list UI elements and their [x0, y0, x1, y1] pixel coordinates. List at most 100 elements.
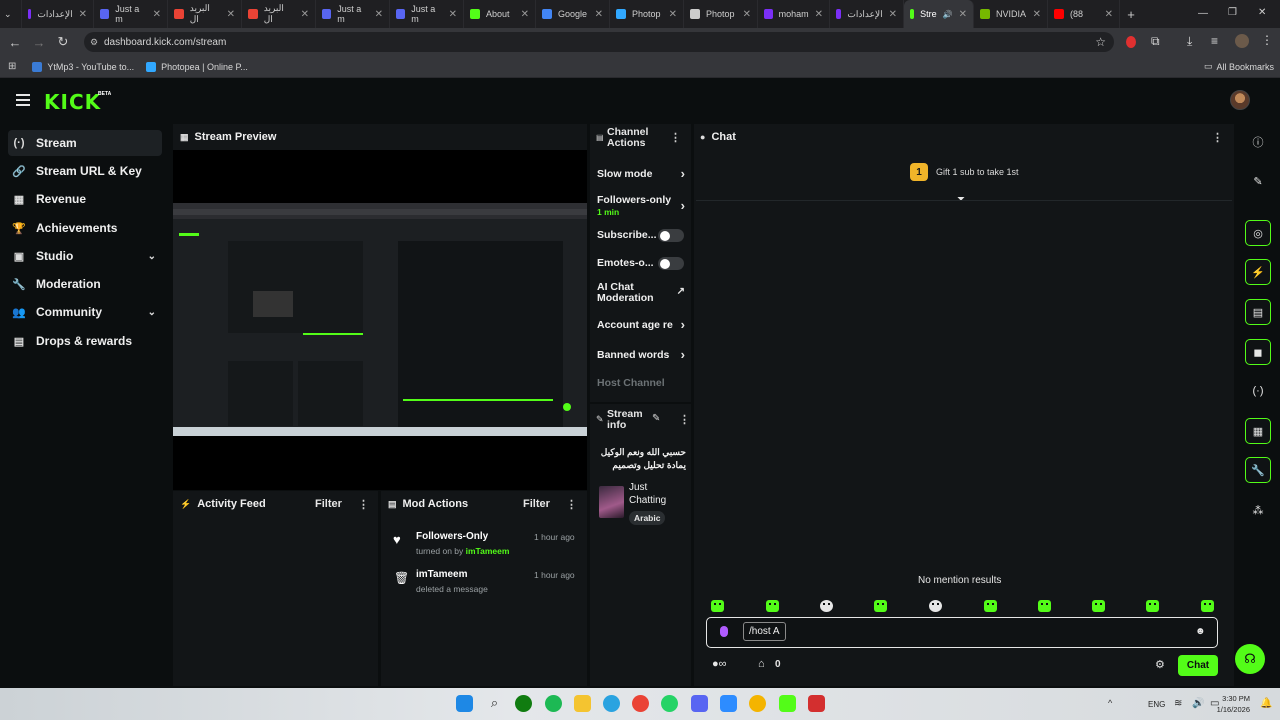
chat-settings-gear-icon[interactable]: ⚙ — [1155, 658, 1165, 671]
chat-send-button[interactable]: Chat — [1178, 655, 1218, 676]
browser-tab-active[interactable]: Stre 🔊 ✕ — [904, 0, 974, 28]
browser-tab[interactable]: NVIDIA ✕ — [974, 0, 1048, 28]
browser-tab[interactable]: (88 ✕ — [1048, 0, 1120, 28]
browser-tab[interactable]: Just a m ✕ — [390, 0, 464, 28]
browser-tab[interactable]: الإعدادات ✕ — [22, 0, 94, 28]
search-icon[interactable]: ⌕ — [486, 695, 503, 712]
host-channel-row[interactable]: Host Channel — [597, 377, 685, 389]
profile-avatar[interactable] — [1235, 34, 1249, 48]
emote-icon[interactable] — [1038, 600, 1051, 612]
info-icon[interactable]: ⓘ — [1245, 129, 1271, 155]
stream-info-menu-kebab-icon[interactable]: ⋮ — [679, 413, 690, 426]
back-arrow-icon[interactable]: ← — [6, 33, 24, 51]
close-icon[interactable]: ✕ — [815, 9, 823, 20]
reload-icon[interactable]: ↻ — [54, 33, 72, 51]
telegram-icon[interactable] — [603, 695, 620, 712]
channel-actions-menu-kebab-icon[interactable]: ⋮ — [670, 131, 681, 144]
download-icon[interactable]: ⤓ — [1187, 34, 1192, 49]
close-icon[interactable]: ✕ — [1033, 9, 1041, 20]
close-icon[interactable]: ✕ — [595, 9, 603, 20]
kick-points-icon[interactable]: ●∞ — [712, 658, 727, 670]
mod-entry-user[interactable]: imTameem — [466, 546, 510, 556]
site-info-icon[interactable]: ⚙ — [90, 37, 98, 48]
mod-menu-kebab-icon[interactable]: ⋮ — [566, 498, 577, 511]
help-support-button[interactable]: ☊ — [1235, 644, 1265, 674]
xbox-icon[interactable] — [515, 695, 532, 712]
all-bookmarks[interactable]: ▭ All Bookmarks — [1204, 61, 1274, 72]
close-icon[interactable]: ✕ — [79, 9, 87, 20]
close-icon[interactable]: ✕ — [521, 9, 529, 20]
chrome-icon[interactable] — [632, 695, 649, 712]
url-field[interactable]: ⚙ dashboard.kick.com/stream ☆ — [84, 32, 1114, 52]
bookmark-star-icon[interactable]: ☆ — [1095, 35, 1106, 49]
spotify-icon[interactable] — [545, 695, 562, 712]
wifi-icon[interactable]: ≋ — [1174, 698, 1182, 709]
apps-grid-icon[interactable]: ⊞ — [8, 61, 16, 72]
browser-tab[interactable]: Photop ✕ — [610, 0, 684, 28]
close-icon[interactable]: ✕ — [889, 9, 897, 20]
close-icon[interactable]: ✕ — [743, 9, 751, 20]
chat-bubble-icon[interactable]: ◼ — [1245, 339, 1271, 365]
minimize-icon[interactable]: — — [1198, 8, 1208, 19]
sidebar-item-revenue[interactable]: ▦ Revenue — [8, 186, 162, 212]
category-name[interactable]: Just Chatting — [629, 481, 666, 507]
close-icon[interactable]: ✕ — [1105, 9, 1113, 20]
sidebar-item-drops-rewards[interactable]: ▤ Drops & rewards — [8, 328, 162, 354]
chrome-alt-icon[interactable] — [749, 695, 766, 712]
emote-icon[interactable] — [984, 600, 997, 612]
document-icon[interactable]: ▤ — [1245, 299, 1271, 325]
sidebar-item-achievements[interactable]: 🏆 Achievements — [8, 215, 162, 241]
emoji-icon[interactable]: ☻ — [1195, 626, 1206, 637]
gift-leaderboard-text[interactable]: Gift 1 sub to take 1st — [936, 167, 1019, 177]
emotes-only-toggle[interactable] — [658, 257, 684, 270]
file-explorer-icon[interactable] — [574, 695, 591, 712]
mod-filter-button[interactable]: Filter — [523, 498, 550, 510]
target-icon[interactable]: ◎ — [1245, 220, 1271, 246]
browser-tab[interactable]: About ✕ — [464, 0, 536, 28]
edit-pencil-icon[interactable]: ✎ — [652, 413, 660, 424]
kick-logo[interactable]: KICK — [44, 90, 101, 114]
language-indicator[interactable]: ENG — [1148, 700, 1165, 709]
clock-date[interactable]: 1/16/2026 — [1212, 705, 1250, 714]
tray-chevron-icon[interactable]: ^ — [1108, 698, 1112, 708]
record-extension-icon[interactable] — [1126, 36, 1136, 48]
emote-icon[interactable] — [711, 600, 724, 612]
lightning-icon[interactable]: ⚡ — [1245, 259, 1271, 285]
slow-mode-row[interactable]: Slow mode › — [597, 166, 685, 181]
menu-kebab-icon[interactable]: ⋮ — [1261, 33, 1273, 47]
zoom-icon[interactable] — [720, 695, 737, 712]
emote-icon[interactable] — [929, 600, 942, 612]
emote-icon[interactable] — [766, 600, 779, 612]
volume-icon[interactable]: 🔊 — [1192, 698, 1204, 709]
emote-icon[interactable] — [1092, 600, 1105, 612]
user-avatar[interactable] — [1230, 90, 1250, 110]
emote-icon[interactable] — [1201, 600, 1214, 612]
subscribers-only-toggle[interactable] — [658, 229, 684, 242]
close-icon[interactable]: ✕ — [449, 9, 457, 20]
broadcast-icon[interactable]: (·) — [1245, 378, 1271, 404]
browser-tab[interactable]: moham ✕ — [758, 0, 830, 28]
bookmark-item[interactable]: YtMp3 - YouTube to... — [32, 61, 134, 72]
browser-tab[interactable]: Google ✕ — [536, 0, 610, 28]
emote-icon[interactable] — [820, 600, 833, 612]
close-icon[interactable]: ✕ — [153, 9, 161, 20]
extensions-icon[interactable]: ⧉ — [1151, 34, 1160, 49]
hamburger-menu-icon[interactable] — [16, 94, 30, 106]
chat-command-text[interactable]: /host A — [743, 622, 786, 641]
edit-pencil-icon[interactable]: ✎ — [1245, 168, 1271, 194]
bookmark-item[interactable]: Photopea | Online P... — [146, 61, 248, 72]
sidebar-item-stream[interactable]: (·) Stream — [8, 130, 162, 156]
browser-tab[interactable]: Just a m ✕ — [316, 0, 390, 28]
sidebar-item-community[interactable]: 👥 Community ⌄ — [8, 299, 162, 325]
microphone-icon[interactable] — [720, 626, 728, 637]
maximize-icon[interactable]: ❐ — [1228, 7, 1237, 18]
sidebar-item-moderation[interactable]: 🔧 Moderation — [8, 271, 162, 297]
close-icon[interactable]: ✕ — [669, 9, 677, 20]
close-icon[interactable]: ✕ — [227, 9, 235, 20]
whatsapp-icon[interactable] — [661, 695, 678, 712]
forward-arrow-icon[interactable]: → — [30, 33, 48, 51]
sidebar-item-stream-url-key[interactable]: 🔗 Stream URL & Key — [8, 158, 162, 184]
browser-tab[interactable]: البريد ال ✕ — [242, 0, 316, 28]
emote-icon[interactable] — [874, 600, 887, 612]
close-icon[interactable]: ✕ — [301, 9, 309, 20]
